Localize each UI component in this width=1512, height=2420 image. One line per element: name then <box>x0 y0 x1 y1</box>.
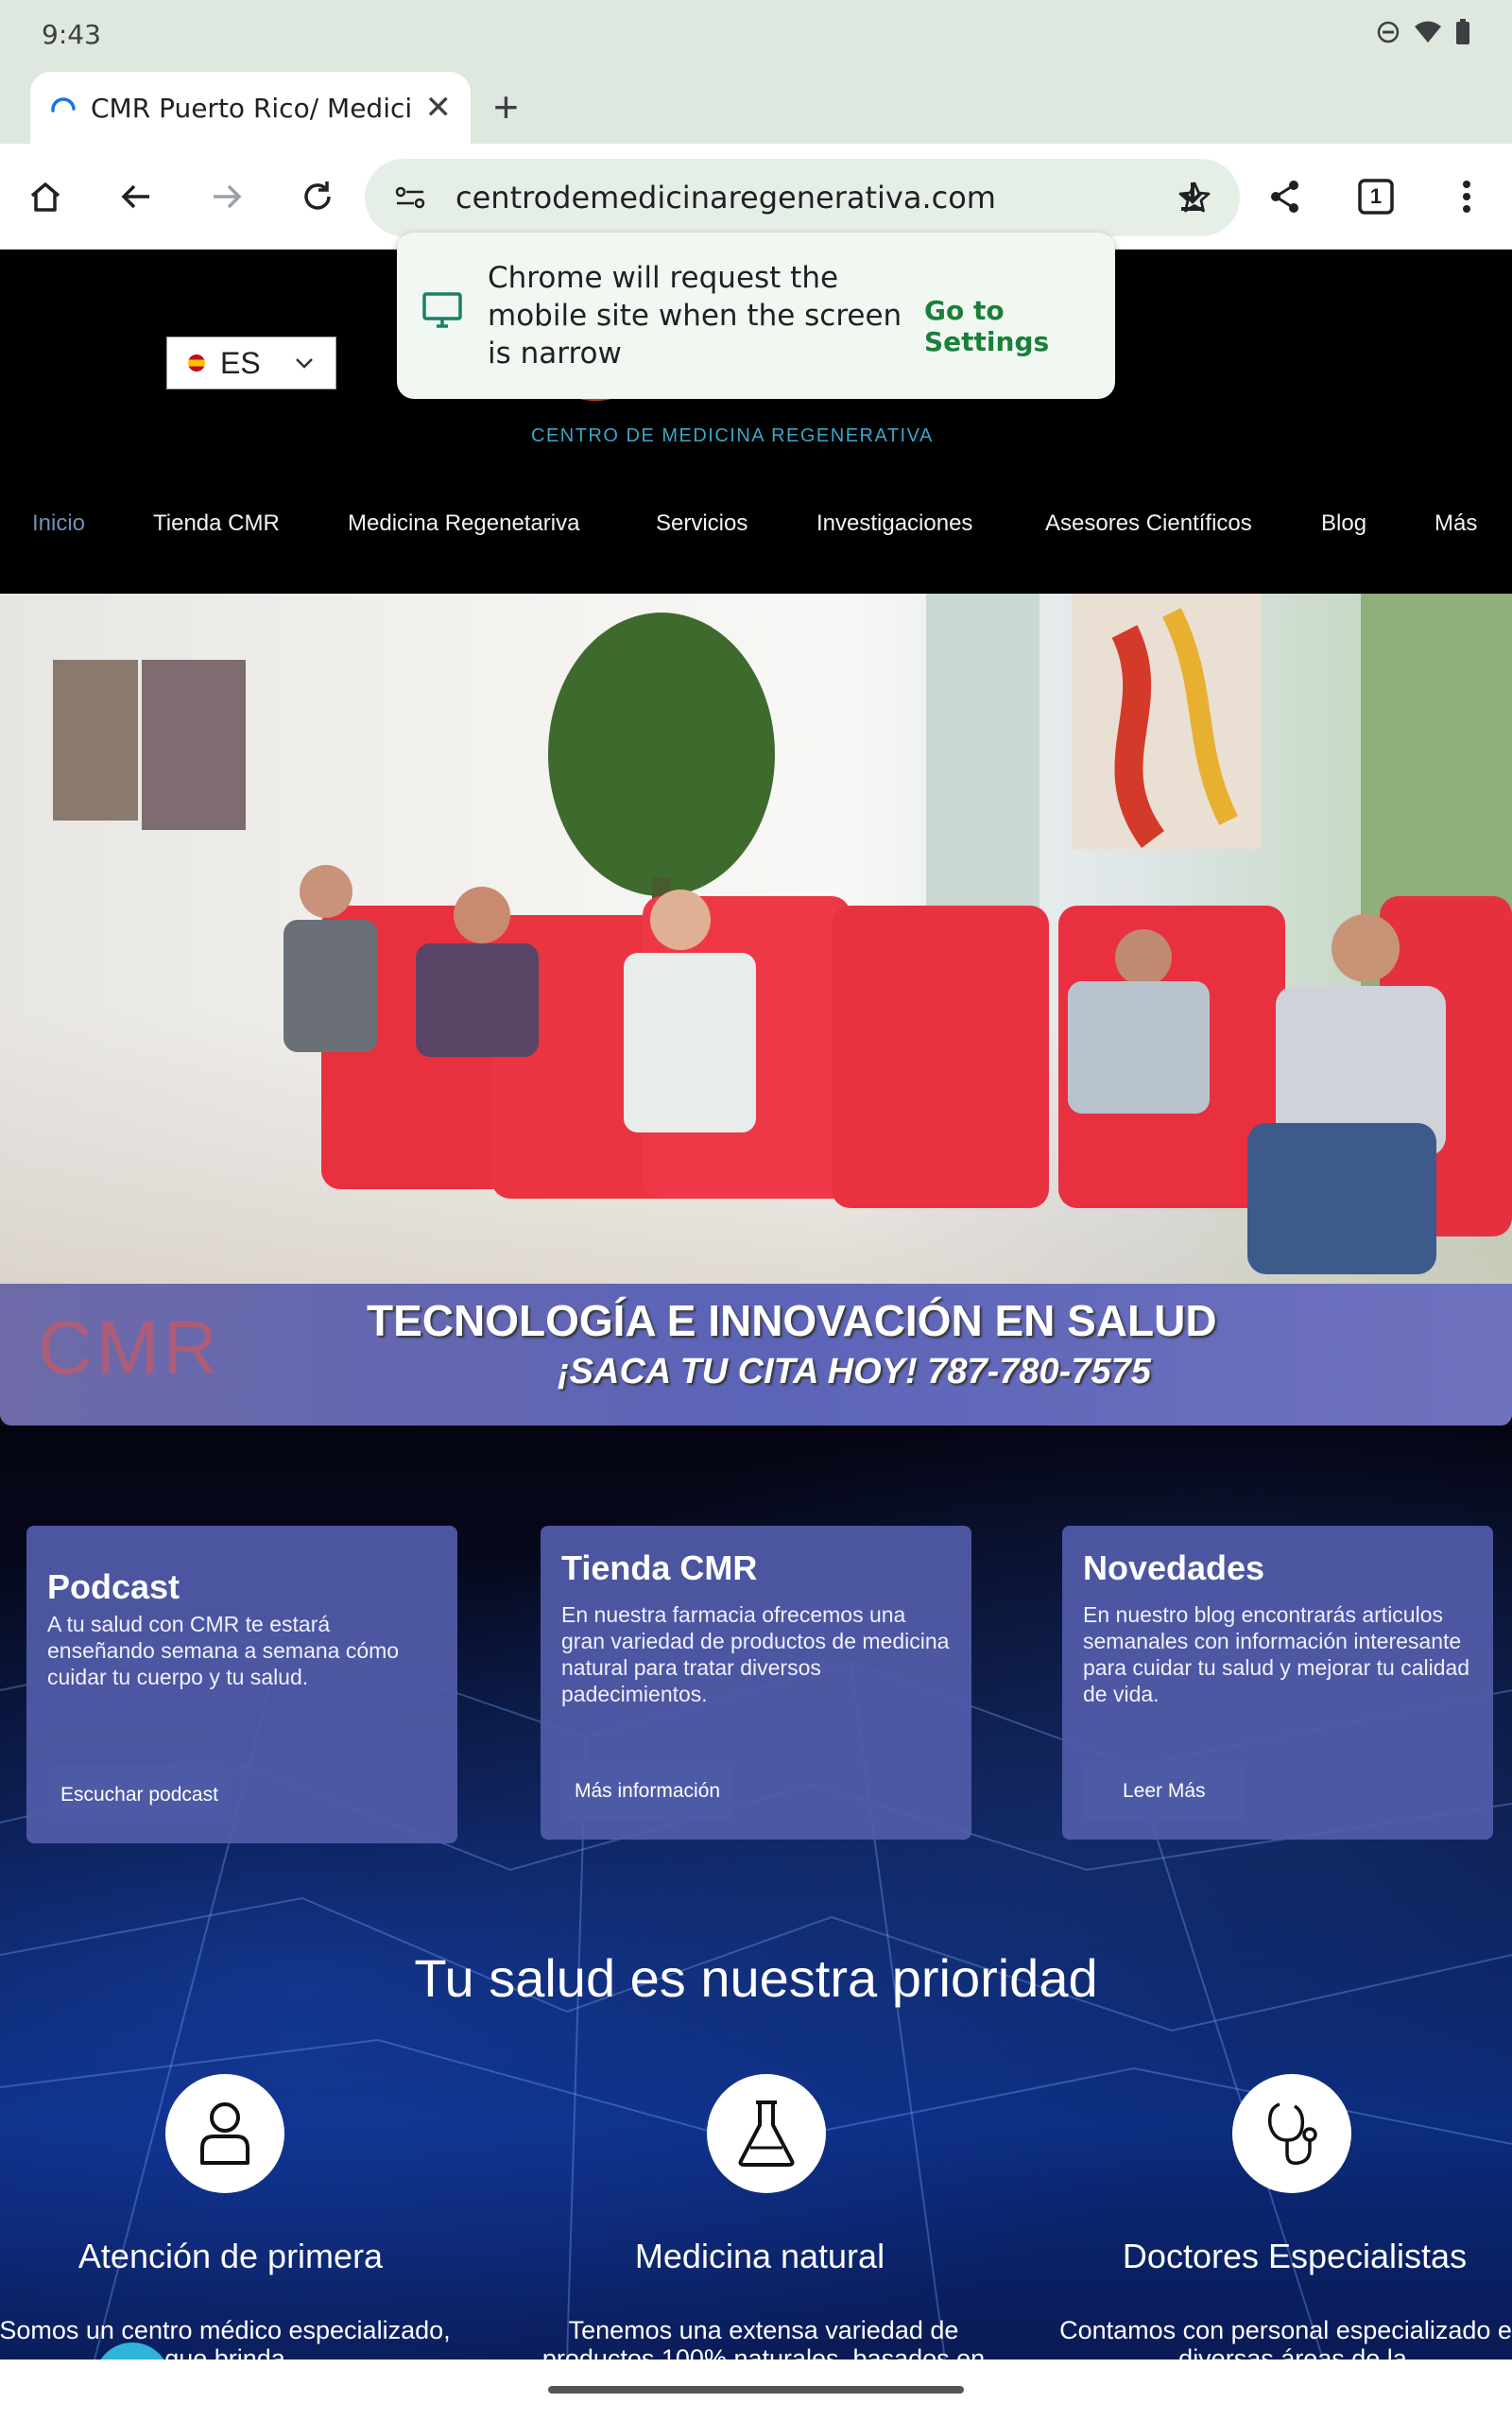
listen-podcast-button[interactable]: Escuchar podcast <box>47 1766 232 1824</box>
nav-item-asesores[interactable]: Asesores Científicos <box>1045 510 1252 537</box>
more-menu-icon[interactable] <box>1440 170 1493 223</box>
feature-title: Medicina natural <box>634 2237 885 2275</box>
nav-item-inicio[interactable]: Inicio <box>32 510 85 537</box>
tab-title: CMR Puerto Rico/ Medicina <box>91 92 412 124</box>
hero-banner: CMR TECNOLOGÍA E INNOVACIÓN EN SALUD ¡SA… <box>0 594 1512 1426</box>
snackbar-message: Chrome will request the mobile site when… <box>488 261 902 371</box>
card-body: A tu salud con CMR te estará enseñando s… <box>47 1612 400 1689</box>
spain-flag-icon <box>188 354 205 372</box>
status-bar: 9:43 <box>0 0 1512 68</box>
home-icon[interactable] <box>19 170 72 223</box>
url-text[interactable]: centrodemedicinaregenerativa.com <box>455 180 996 216</box>
person-icon <box>165 2074 284 2193</box>
news-card: Novedades En nuestro blog encontrarás ar… <box>1062 1526 1493 1840</box>
card-body: En nuestro blog encontrarás articulos se… <box>1083 1602 1470 1706</box>
go-to-settings-button[interactable]: Go to Settings <box>924 295 1115 357</box>
gesture-bar <box>0 2360 1512 2420</box>
reload-icon[interactable] <box>291 170 344 223</box>
card-title: Tienda CMR <box>561 1548 758 1587</box>
nav-item-investigaciones[interactable]: Investigaciones <box>816 510 972 537</box>
chevron-down-icon <box>296 358 313 369</box>
hero-logo-text: CMR <box>38 1305 222 1390</box>
flask-icon <box>707 2074 826 2193</box>
battery-icon <box>1456 19 1469 44</box>
waiting-room-illustration <box>53 594 1512 1274</box>
podcast-card: Podcast A tu salud con CMR te estará ens… <box>26 1526 457 1843</box>
forward-arrow-icon[interactable] <box>200 170 253 223</box>
hero-headline: TECNOLOGÍA E INNOVACIÓN EN SALUD <box>367 1296 1217 1345</box>
language-selector[interactable]: ES <box>166 337 336 389</box>
tab-count: 1 <box>1369 184 1383 208</box>
do-not-disturb-icon <box>1377 21 1400 43</box>
status-icons <box>1376 19 1470 45</box>
language-label: ES <box>220 345 261 380</box>
new-tab-icon[interactable]: + <box>493 81 519 132</box>
store-card: Tienda CMR En nuestra farmacia ofrecemos… <box>541 1526 971 1840</box>
card-title: Novedades <box>1083 1548 1265 1587</box>
loading-spinner-icon <box>51 97 76 112</box>
hero-phone-cta[interactable]: ¡SACA TU CITA HOY! 787-780-7575 <box>558 1352 1151 1392</box>
status-time: 9:43 <box>42 19 101 50</box>
desktop-icon <box>422 292 462 328</box>
site-settings-icon[interactable] <box>393 183 427 212</box>
close-tab-icon[interactable]: ✕ <box>425 89 453 127</box>
tab-strip: CMR Puerto Rico/ Medicina ✕ + <box>0 68 1512 144</box>
read-more-button[interactable]: Leer Más <box>1083 1762 1246 1821</box>
nav-item-blog[interactable]: Blog <box>1321 510 1366 537</box>
back-arrow-icon[interactable] <box>110 170 163 223</box>
feature-title: Atención de primera <box>77 2237 384 2275</box>
share-icon[interactable] <box>1259 170 1312 223</box>
hero-photo <box>0 594 1512 1284</box>
nav-item-medicina[interactable]: Medicina Regenetariva <box>348 510 579 537</box>
more-info-button[interactable]: Más información <box>561 1762 734 1821</box>
nav-item-mas[interactable]: Más <box>1435 510 1477 537</box>
feature-title: Doctores Especialistas <box>1122 2237 1468 2275</box>
wifi-icon <box>1415 21 1441 43</box>
feature-body: Somos un centro médico especializado, qu… <box>0 2316 451 2360</box>
feature-body: Tenemos una extensa variedad de producto… <box>541 2316 986 2360</box>
card-title: Podcast <box>47 1567 180 1606</box>
tab-switcher-icon[interactable]: 1 <box>1349 170 1402 223</box>
browser-tab[interactable]: CMR Puerto Rico/ Medicina ✕ <box>30 72 471 144</box>
feature-body: Contamos con personal especializado en d… <box>1059 2316 1512 2360</box>
card-body: En nuestra farmacia ofrecemos una gran v… <box>561 1602 950 1706</box>
mobile-site-snackbar: Chrome will request the mobile site when… <box>397 233 1115 399</box>
brand-subtitle: CENTRO DE MEDICINA REGENERATIVA <box>531 425 934 446</box>
section-title: Tu salud es nuestra prioridad <box>414 1948 1098 2008</box>
download-icon[interactable] <box>1166 170 1219 223</box>
stethoscope-icon <box>1232 2074 1351 2193</box>
web-page: ES CENTRO DE MEDICINA REGENERATIVA Inici… <box>0 250 1512 2360</box>
nav-item-tienda[interactable]: Tienda CMR <box>153 510 280 537</box>
home-gesture-handle[interactable] <box>548 2386 964 2394</box>
nav-item-servicios[interactable]: Servicios <box>656 510 747 537</box>
address-bar[interactable]: centrodemedicinaregenerativa.com <box>365 159 1240 236</box>
